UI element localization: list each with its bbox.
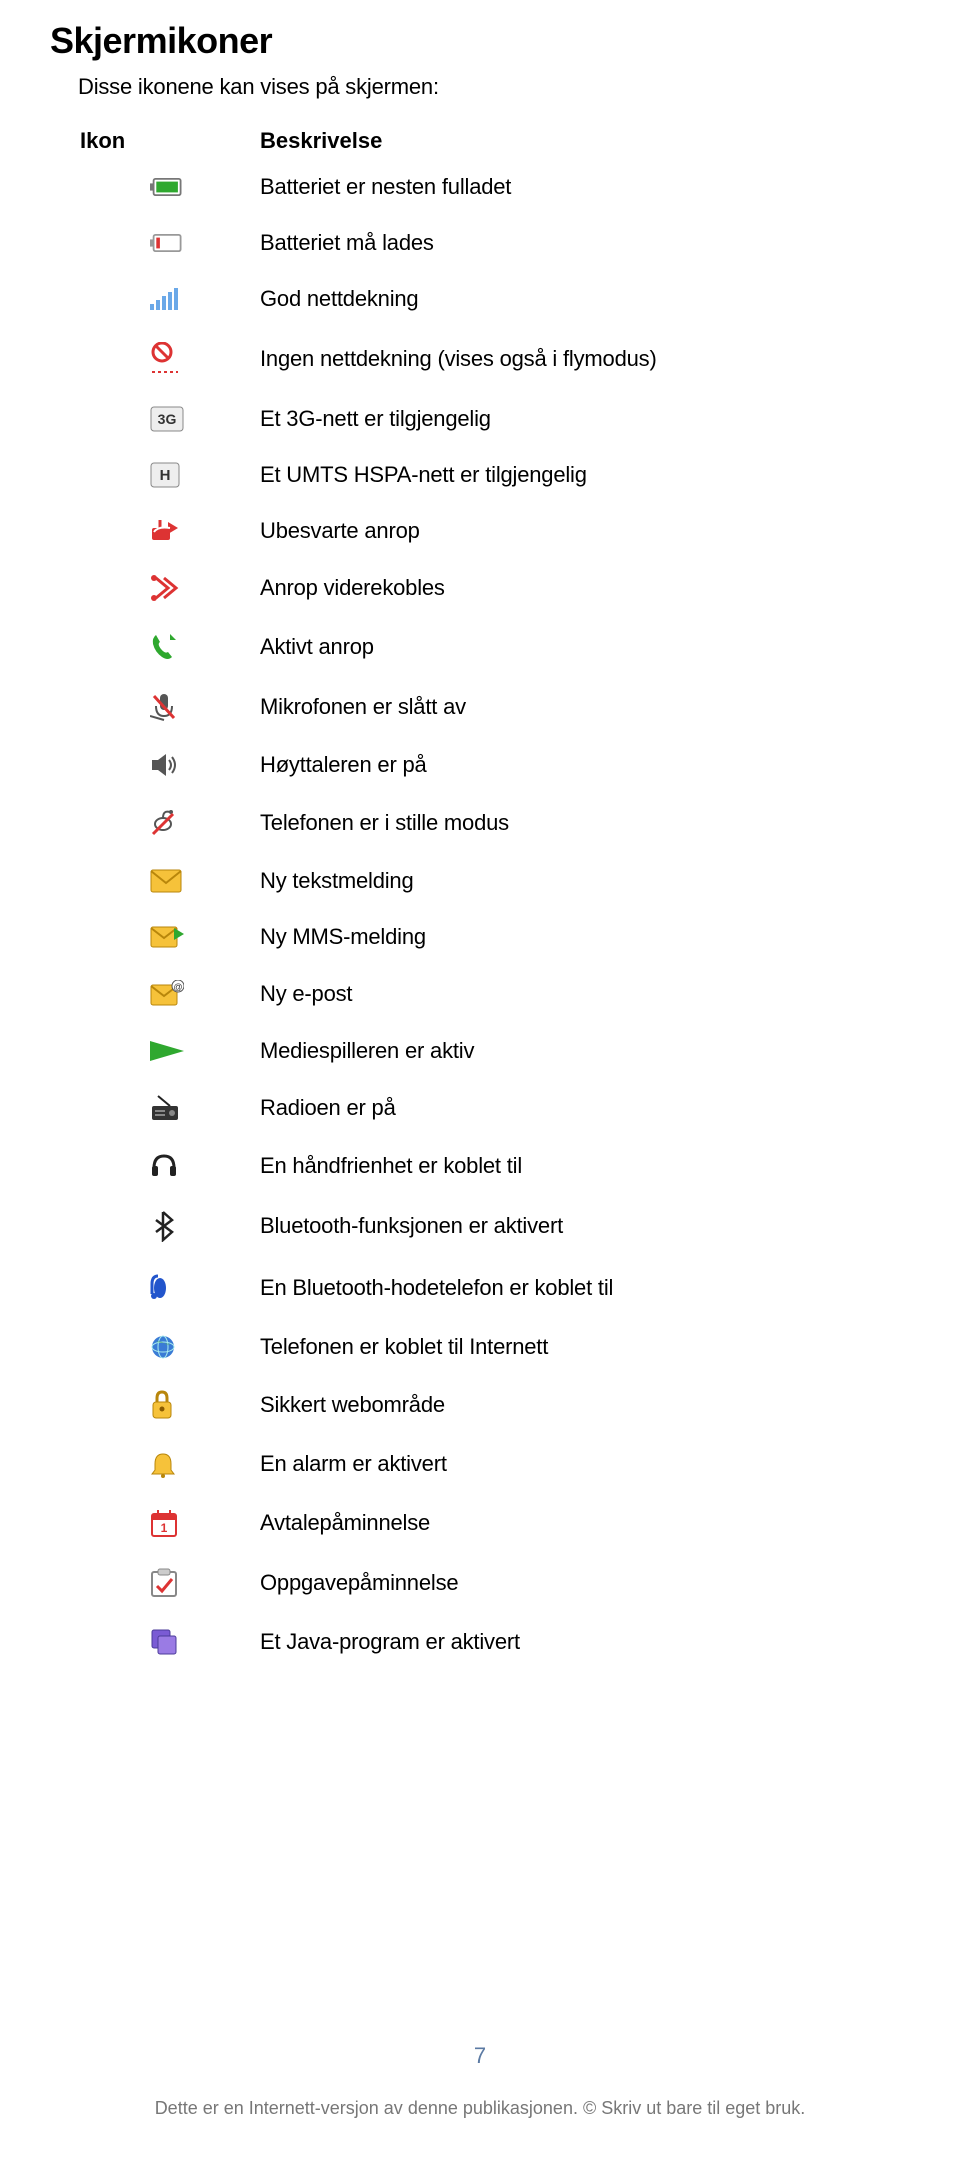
java-app-icon — [150, 1628, 260, 1656]
table-row: 3G Et 3G-nett er tilgjengelig — [150, 406, 910, 432]
table-row: Høyttaleren er på — [150, 752, 910, 778]
hspa-icon: H — [150, 462, 260, 488]
row-description: Bluetooth-funksjonen er aktivert — [260, 1213, 910, 1239]
table-row: Mikrofonen er slått av — [150, 692, 910, 722]
sms-icon — [150, 869, 260, 893]
table-row: Telefonen er koblet til Internett — [150, 1334, 910, 1360]
row-description: Aktivt anrop — [260, 634, 910, 660]
svg-text:1: 1 — [161, 1521, 168, 1535]
row-description: Et Java-program er aktivert — [260, 1629, 910, 1655]
row-description: Anrop viderekobles — [260, 575, 910, 601]
table-row: Radioen er på — [150, 1094, 910, 1122]
calendar-reminder-icon: 1 — [150, 1508, 260, 1538]
table-row: Ubesvarte anrop — [150, 518, 910, 544]
task-reminder-icon — [150, 1568, 260, 1598]
table-row: Mediespilleren er aktiv — [150, 1038, 910, 1064]
table-row: Sikkert webområde — [150, 1390, 910, 1420]
row-description: Ny tekstmelding — [260, 868, 910, 894]
row-description: Ingen nettdekning (vises også i flymodus… — [260, 346, 910, 372]
table-row: 1 Avtalepåminnelse — [150, 1508, 910, 1538]
row-description: En håndfrienhet er koblet til — [260, 1153, 910, 1179]
bluetooth-icon — [150, 1210, 260, 1242]
table-row: Et Java-program er aktivert — [150, 1628, 910, 1656]
mms-icon — [150, 924, 260, 950]
row-description: Telefonen er i stille modus — [260, 810, 910, 836]
mic-muted-icon — [150, 692, 260, 722]
secure-web-icon — [150, 1390, 260, 1420]
media-player-icon — [150, 1041, 260, 1061]
table-row: Ny tekstmelding — [150, 868, 910, 894]
row-description: Ny MMS-melding — [260, 924, 910, 950]
row-description: Oppgavepåminnelse — [260, 1570, 910, 1596]
radio-icon — [150, 1094, 260, 1122]
col-header-desc: Beskrivelse — [260, 128, 910, 154]
table-row: Batteriet må lades — [150, 230, 910, 256]
row-description: Ny e-post — [260, 981, 910, 1007]
row-description: Mediespilleren er aktiv — [260, 1038, 910, 1064]
row-description: Avtalepåminnelse — [260, 1510, 910, 1536]
row-description: Radioen er på — [260, 1095, 910, 1121]
active-call-icon — [150, 632, 260, 662]
bluetooth-headset-icon — [150, 1272, 260, 1304]
row-description: En Bluetooth-hodetelefon er koblet til — [260, 1275, 910, 1301]
svg-text:H: H — [160, 467, 171, 484]
row-description: Sikkert webområde — [260, 1392, 910, 1418]
row-description: Batteriet må lades — [260, 230, 910, 256]
table-row: Batteriet er nesten fulladet — [150, 174, 910, 200]
speaker-on-icon — [150, 752, 260, 778]
3g-icon: 3G — [150, 406, 260, 432]
table-row: Anrop viderekobles — [150, 574, 910, 602]
row-description: Mikrofonen er slått av — [260, 694, 910, 720]
table-row: Ny MMS-melding — [150, 924, 910, 950]
row-description: En alarm er aktivert — [260, 1451, 910, 1477]
table-row: @ Ny e-post — [150, 980, 910, 1008]
page-subtitle: Disse ikonene kan vises på skjermen: — [78, 74, 910, 100]
battery-empty-icon — [150, 231, 260, 255]
missed-call-icon — [150, 518, 260, 544]
svg-text:3G: 3G — [158, 411, 177, 427]
row-description: God nettdekning — [260, 286, 910, 312]
internet-icon — [150, 1334, 260, 1360]
table-row: God nettdekning — [150, 286, 910, 312]
table-row: Telefonen er i stille modus — [150, 808, 910, 838]
svg-text:@: @ — [173, 982, 182, 992]
alarm-icon — [150, 1450, 260, 1478]
table-row: H Et UMTS HSPA-nett er tilgjengelig — [150, 462, 910, 488]
row-description: Batteriet er nesten fulladet — [260, 174, 910, 200]
row-description: Et 3G-nett er tilgjengelig — [260, 406, 910, 432]
table-row: En håndfrienhet er koblet til — [150, 1152, 910, 1180]
row-description: Høyttaleren er på — [260, 752, 910, 778]
col-header-icon: Ikon — [80, 128, 260, 154]
row-description: Et UMTS HSPA-nett er tilgjengelig — [260, 462, 910, 488]
footer-note: Dette er en Internett-versjon av denne p… — [0, 2098, 960, 2119]
signal-icon — [150, 286, 260, 312]
page-number: 7 — [0, 2043, 960, 2069]
silent-mode-icon — [150, 808, 260, 838]
headset-icon — [150, 1152, 260, 1180]
call-forwarded-icon — [150, 574, 260, 602]
table-row: En Bluetooth-hodetelefon er koblet til — [150, 1272, 910, 1304]
table-row: Ingen nettdekning (vises også i flymodus… — [150, 342, 910, 376]
row-description: Ubesvarte anrop — [260, 518, 910, 544]
table-row: En alarm er aktivert — [150, 1450, 910, 1478]
email-icon: @ — [150, 980, 260, 1008]
table-row: Oppgavepåminnelse — [150, 1568, 910, 1598]
row-description: Telefonen er koblet til Internett — [260, 1334, 910, 1360]
page-title: Skjermikoner — [50, 20, 910, 62]
no-network-icon — [150, 342, 260, 376]
table-header: Ikon Beskrivelse — [80, 128, 910, 154]
battery-full-icon — [150, 175, 260, 199]
table-row: Aktivt anrop — [150, 632, 910, 662]
table-row: Bluetooth-funksjonen er aktivert — [150, 1210, 910, 1242]
